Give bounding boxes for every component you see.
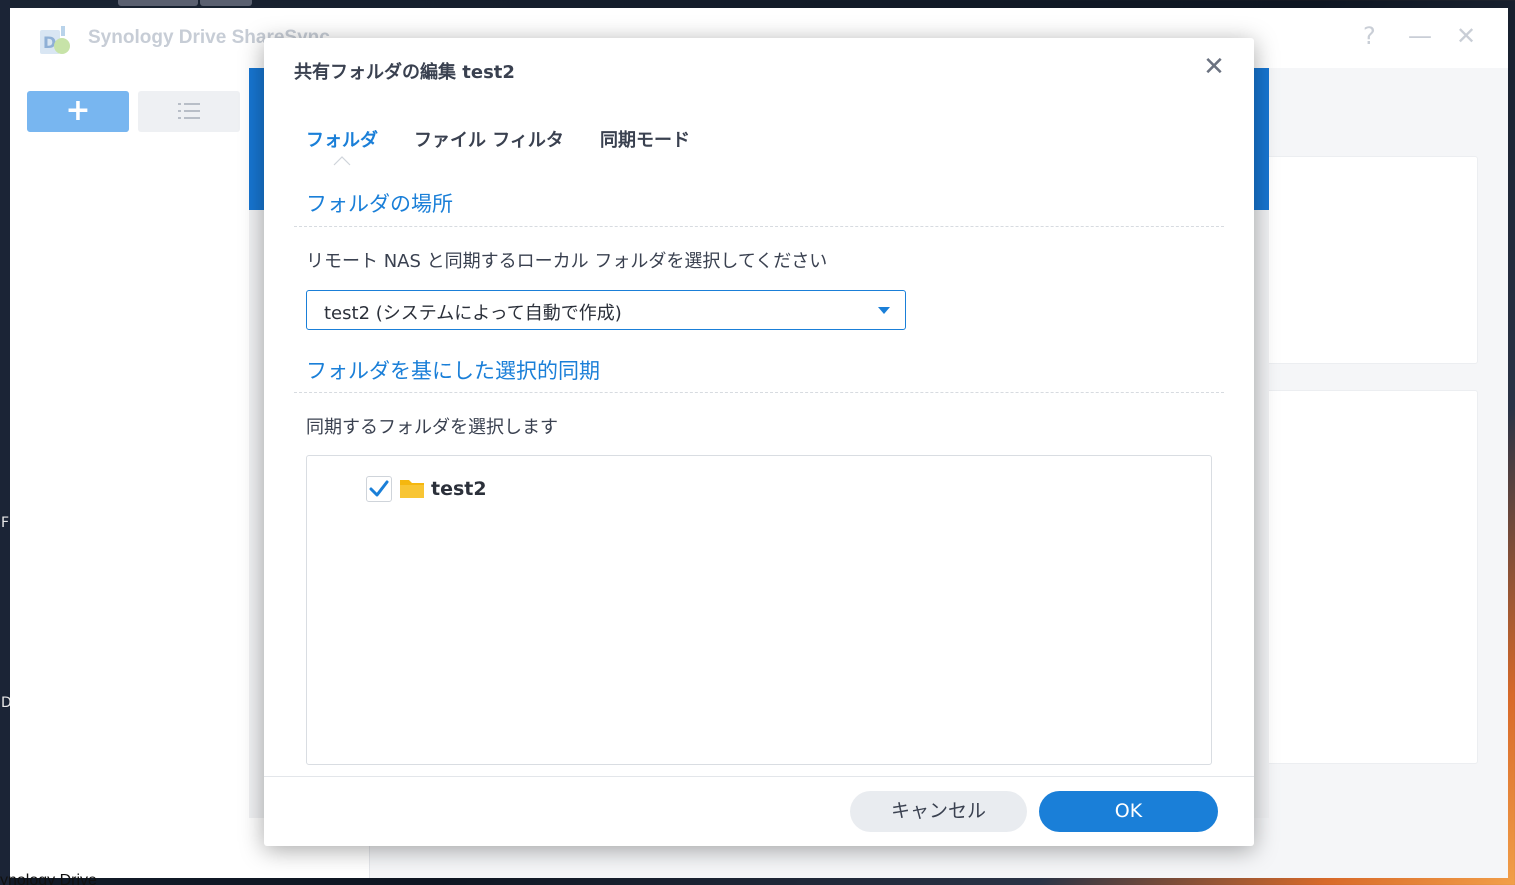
local-folder-select-value: test2 (システムによって自動で作成) [324, 303, 622, 324]
task-card [1260, 156, 1478, 364]
svg-text:D: D [43, 33, 56, 52]
tree-item-checkbox[interactable] [366, 476, 392, 502]
section-divider [294, 392, 1224, 393]
folder-tree: test2 [306, 455, 1212, 765]
folder-icon [400, 480, 424, 498]
selective-sync-description: 同期するフォルダを選択します [306, 417, 558, 438]
taskbar-tab[interactable] [118, 0, 198, 6]
tab-folder[interactable]: フォルダ [306, 126, 378, 152]
synology-drive-logo-icon: D [40, 26, 70, 54]
close-icon[interactable]: ✕ [1456, 22, 1476, 50]
checkmark-icon [369, 480, 389, 497]
list-view-button[interactable] [138, 91, 240, 132]
cancel-button[interactable]: キャンセル [850, 791, 1027, 832]
folder-location-description: リモート NAS と同期するローカル フォルダを選択してください [306, 251, 828, 272]
chevron-down-icon [878, 307, 890, 314]
desktop-app-label: ynology Drive [0, 872, 97, 885]
minimize-icon[interactable]: — [1408, 22, 1432, 50]
task-card [1260, 390, 1478, 764]
edit-shared-folder-dialog: 共有フォルダの編集 test2 ✕ フォルダ ファイル フィルタ 同期モード フ… [264, 38, 1254, 846]
local-folder-select[interactable]: test2 (システムによって自動で作成) [306, 290, 906, 330]
tree-item-label[interactable]: test2 [431, 478, 487, 500]
section-divider [294, 226, 1224, 227]
add-task-button[interactable]: + [27, 91, 129, 132]
tab-file-filter[interactable]: ファイル フィルタ [414, 126, 564, 152]
tab-sync-mode[interactable]: 同期モード [600, 126, 690, 152]
selective-sync-heading: フォルダを基にした選択的同期 [306, 359, 600, 383]
desktop-icon-label: F [1, 515, 10, 531]
footer-divider [264, 776, 1254, 777]
dialog-title: 共有フォルダの編集 test2 [294, 62, 515, 83]
taskbar-tab[interactable] [200, 0, 252, 6]
active-tab-caret-icon [333, 156, 351, 166]
folder-location-heading: フォルダの場所 [306, 192, 453, 216]
dialog-close-icon[interactable]: ✕ [1199, 52, 1229, 82]
help-icon[interactable]: ? [1363, 22, 1376, 50]
ok-button[interactable]: OK [1039, 791, 1218, 832]
desktop-edge [0, 0, 10, 885]
